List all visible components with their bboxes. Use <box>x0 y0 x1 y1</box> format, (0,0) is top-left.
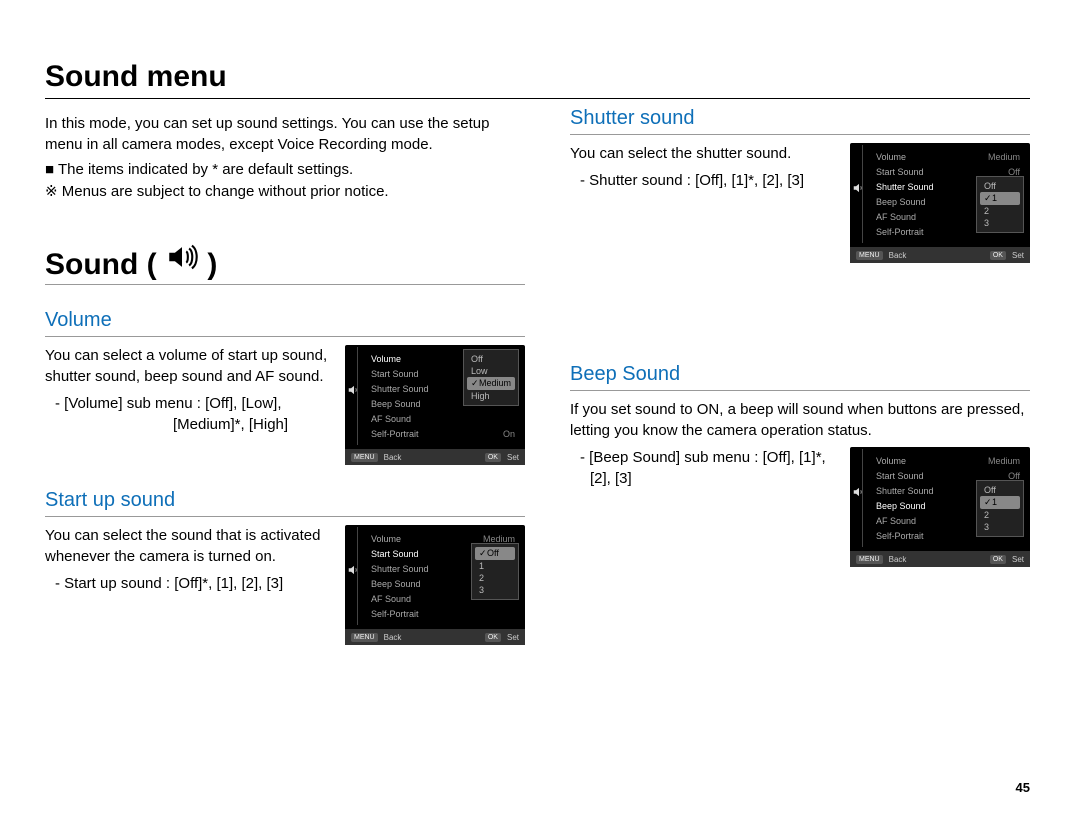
cam-item-volume[interactable]: Volume <box>876 456 906 466</box>
cam-item-beepsound[interactable]: Beep Sound <box>371 399 421 409</box>
cam-item-startsound[interactable]: Start Sound <box>371 549 419 559</box>
cam-volume-opt-off[interactable]: Off <box>467 353 515 365</box>
menu-tag: MENU <box>351 633 378 642</box>
cam-startup-opt-3[interactable]: 3 <box>475 584 515 596</box>
ok-tag: OK <box>990 251 1006 260</box>
note-change: ※ Menus are subject to change without pr… <box>45 182 525 200</box>
page-number: 45 <box>1016 780 1030 795</box>
cam-item-afsound[interactable]: AF Sound <box>371 414 411 424</box>
cam-item-volume[interactable]: Volume <box>876 152 906 162</box>
cam-item-selfportrait[interactable]: Self-Portrait <box>876 531 924 541</box>
cam-volume-opt-high[interactable]: High <box>467 390 515 402</box>
menu-tag: MENU <box>856 251 883 260</box>
menu-tag: MENU <box>856 555 883 564</box>
cam-item-shuttersound[interactable]: Shutter Sound <box>371 384 429 394</box>
cam-startup-opt-off[interactable]: ✓Off <box>475 547 515 560</box>
cam-back[interactable]: Back <box>889 251 907 260</box>
cam-beep-popup: Off ✓1 2 3 <box>976 480 1024 537</box>
cam-footer: MENU Back OK Set <box>345 629 525 645</box>
page-title: Sound menu <box>45 60 1030 99</box>
cam-startup: VolumeMedium Start Sound Shutter Sound B… <box>345 525 525 645</box>
cam-beep-opt-3[interactable]: 3 <box>980 521 1020 533</box>
sound-heading-open: Sound ( <box>45 248 157 281</box>
volume-submenu-line2: [Medium]*, [High] <box>55 414 331 435</box>
beep-row: - [Beep Sound] sub menu : [Off], [1]*, [… <box>570 447 1030 567</box>
cam-beep: VolumeMedium Start SoundOff Shutter Soun… <box>850 447 1030 567</box>
volume-row: You can select a volume of start up soun… <box>45 345 525 465</box>
cam-beep-opt-off[interactable]: Off <box>980 484 1020 496</box>
ok-tag: OK <box>990 555 1006 564</box>
cam-shutter-opt-1[interactable]: ✓1 <box>980 192 1020 205</box>
beep-desc: If you set sound to ON, a beep will soun… <box>570 399 1030 441</box>
sound-heading-text: Sound ( ) <box>45 240 217 282</box>
cam-item-volume[interactable]: Volume <box>371 534 401 544</box>
shutter-submenu: - Shutter sound : [Off], [1]*, [2], [3] <box>580 170 836 191</box>
cam-item-beepsound[interactable]: Beep Sound <box>876 197 926 207</box>
cam-startup-opt-2[interactable]: 2 <box>475 572 515 584</box>
cam-item-shuttersound[interactable]: Shutter Sound <box>371 564 429 574</box>
cam-shutter: VolumeMedium Start SoundOff Shutter Soun… <box>850 143 1030 263</box>
cam-set[interactable]: Set <box>507 453 519 462</box>
shutter-desc: You can select the shutter sound. <box>570 143 836 164</box>
speaker-icon <box>165 240 199 274</box>
startup-heading: Start up sound <box>45 489 525 517</box>
cam-item-startsound[interactable]: Start Sound <box>876 471 924 481</box>
shutter-row: You can select the shutter sound. - Shut… <box>570 143 1030 263</box>
cam-volume: Volume Start Sound Shutter Sound Beep So… <box>345 345 525 465</box>
volume-desc: You can select a volume of start up soun… <box>45 345 331 387</box>
cam-item-selfportrait[interactable]: Self-Portrait <box>876 227 924 237</box>
volume-submenu-line1: - [Volume] sub menu : [Off], [Low], <box>55 393 331 414</box>
cam-set[interactable]: Set <box>1012 251 1024 260</box>
cam-footer: MENU Back OK Set <box>345 449 525 465</box>
cam-item-selfportrait[interactable]: Self-Portrait <box>371 429 419 439</box>
intro-text: In this mode, you can set up sound setti… <box>45 113 525 155</box>
startup-submenu: - Start up sound : [Off]*, [1], [2], [3] <box>55 573 331 594</box>
cam-beep-opt-1[interactable]: ✓1 <box>980 496 1020 509</box>
cam-item-afsound[interactable]: AF Sound <box>876 516 916 526</box>
startup-row: You can select the sound that is activat… <box>45 525 525 645</box>
cam-item-shuttersound[interactable]: Shutter Sound <box>876 182 934 192</box>
startup-desc: You can select the sound that is activat… <box>45 525 331 567</box>
page: Sound menu In this mode, you can set up … <box>0 0 1080 815</box>
cam-shutter-opt-off[interactable]: Off <box>980 180 1020 192</box>
volume-heading: Volume <box>45 309 525 337</box>
cam-item-startsound[interactable]: Start Sound <box>371 369 419 379</box>
cam-item-afsound[interactable]: AF Sound <box>876 212 916 222</box>
shutter-heading: Shutter sound <box>570 107 1030 135</box>
cam-footer: MENU Back OK Set <box>850 551 1030 567</box>
cam-volume-opt-medium[interactable]: ✓Medium <box>467 377 515 390</box>
note-default: ■ The items indicated by * are default s… <box>45 161 525 178</box>
right-column: Shutter sound You can select the shutter… <box>570 107 1030 645</box>
two-columns: In this mode, you can set up sound setti… <box>45 107 1030 645</box>
cam-back[interactable]: Back <box>384 453 402 462</box>
sound-heading-close: ) <box>207 248 217 281</box>
cam-item-beepsound[interactable]: Beep Sound <box>371 579 421 589</box>
cam-shutter-opt-2[interactable]: 2 <box>980 205 1020 217</box>
cam-shutter-opt-3[interactable]: 3 <box>980 217 1020 229</box>
sound-heading: Sound ( ) <box>45 240 525 285</box>
cam-set[interactable]: Set <box>507 633 519 642</box>
cam-startup-popup: ✓Off 1 2 3 <box>471 543 519 600</box>
cam-volume-popup: Off Low ✓Medium High <box>463 349 519 406</box>
cam-item-startsound[interactable]: Start Sound <box>876 167 924 177</box>
cam-shutter-popup: Off ✓1 2 3 <box>976 176 1024 233</box>
cam-item-afsound[interactable]: AF Sound <box>371 594 411 604</box>
menu-tag: MENU <box>351 453 378 462</box>
ok-tag: OK <box>485 633 501 642</box>
cam-beep-opt-2[interactable]: 2 <box>980 509 1020 521</box>
cam-back[interactable]: Back <box>384 633 402 642</box>
cam-item-volume[interactable]: Volume <box>371 354 401 364</box>
cam-startup-opt-1[interactable]: 1 <box>475 560 515 572</box>
cam-item-selfportrait[interactable]: Self-Portrait <box>371 609 419 619</box>
cam-footer: MENU Back OK Set <box>850 247 1030 263</box>
cam-item-shuttersound[interactable]: Shutter Sound <box>876 486 934 496</box>
left-column: In this mode, you can set up sound setti… <box>45 107 525 645</box>
cam-set[interactable]: Set <box>1012 555 1024 564</box>
beep-heading: Beep Sound <box>570 363 1030 391</box>
cam-volume-opt-low[interactable]: Low <box>467 365 515 377</box>
ok-tag: OK <box>485 453 501 462</box>
beep-submenu: - [Beep Sound] sub menu : [Off], [1]*, [… <box>580 447 836 489</box>
cam-item-beepsound[interactable]: Beep Sound <box>876 501 926 511</box>
cam-back[interactable]: Back <box>889 555 907 564</box>
